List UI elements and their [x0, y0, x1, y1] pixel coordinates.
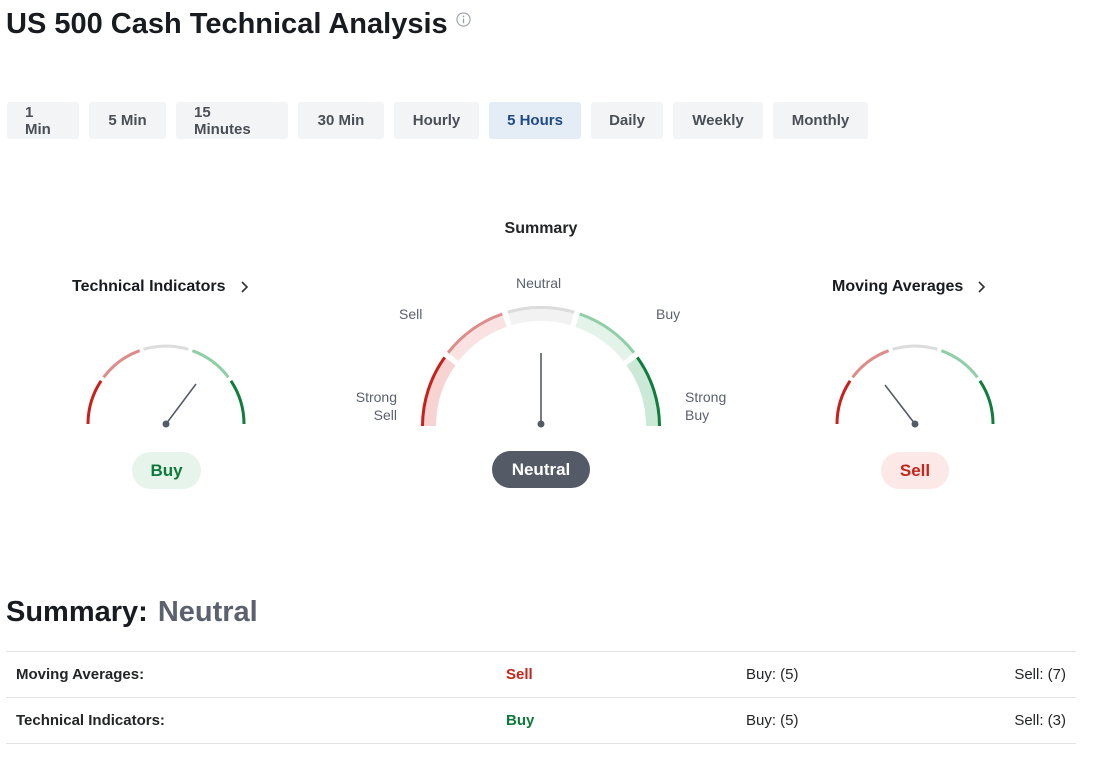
row-signal: Buy [506, 712, 535, 729]
gauge-needle [165, 383, 197, 425]
table-row: Moving Averages: Sell Buy: (5) Sell: (7) [6, 652, 1076, 698]
technical-indicators-heading: Technical Indicators [72, 278, 226, 295]
gauge-needle-pivot [537, 420, 545, 428]
gauge-buy-arc [191, 349, 230, 379]
page-title-text: US 500 Cash Technical Analysis [6, 8, 448, 40]
info-icon[interactable] [456, 12, 471, 27]
chevron-right-icon [240, 281, 248, 293]
summary-gauge-heading: Summary [504, 220, 578, 237]
row-sell-count: Sell: (3) [1014, 712, 1066, 729]
moving-averages-gauge [835, 344, 995, 428]
tab-5-min[interactable]: 5 Min [89, 102, 166, 139]
summary-gauge [421, 305, 661, 428]
gauge-label-strong-buy: Strong Buy [685, 389, 727, 423]
gauge-buy-arc [940, 349, 979, 379]
moving-averages-heading: Moving Averages [832, 278, 964, 295]
gauge-sell-band [446, 312, 507, 362]
gauge-neutral-arc [143, 344, 189, 351]
gauge-label-strong-sell: Strong Sell [355, 389, 397, 423]
row-buy-count: Buy: (5) [746, 666, 799, 683]
moving-averages-link[interactable]: Moving Averages [832, 278, 986, 296]
gauge-needle-pivot [162, 420, 170, 428]
row-signal: Sell [506, 666, 533, 683]
tab-1-min[interactable]: 1 Min [7, 102, 79, 139]
technical-indicators-link[interactable]: Technical Indicators [72, 278, 249, 296]
tab-hourly[interactable]: Hourly [394, 102, 479, 139]
table-row: Technical Indicators: Buy Buy: (5) Sell:… [6, 698, 1076, 744]
gauge-buy-band [575, 312, 636, 362]
gauge-strong-buy-arc [978, 379, 995, 425]
page-title: US 500 Cash Technical Analysis [6, 8, 471, 41]
gauge-needle [884, 384, 916, 425]
row-buy-count: Buy: (5) [746, 712, 799, 729]
timeframe-tabs: 1 Min 5 Min 15 Minutes 30 Min Hourly 5 H… [7, 102, 878, 139]
gauge-strong-buy-arc [229, 379, 246, 425]
row-name: Moving Averages: [16, 666, 145, 683]
gauge-strong-sell-arc [835, 379, 852, 425]
summary-table: Moving Averages: Sell Buy: (5) Sell: (7)… [6, 651, 1076, 744]
tab-monthly[interactable]: Monthly [773, 102, 868, 139]
row-sell-count: Sell: (7) [1014, 666, 1066, 683]
tab-daily[interactable]: Daily [591, 102, 663, 139]
row-name: Technical Indicators: [16, 712, 165, 729]
technical-indicators-gauge [86, 344, 246, 428]
tab-weekly[interactable]: Weekly [673, 102, 763, 139]
tab-5-hours[interactable]: 5 Hours [489, 102, 581, 139]
moving-averages-signal-badge: Sell [881, 452, 949, 489]
gauge-strong-sell-arc [86, 379, 103, 425]
technical-indicators-signal-badge: Buy [132, 452, 201, 489]
summary-title-value: Neutral [157, 596, 258, 628]
summary-title: Summary: Neutral [6, 596, 258, 629]
gauge-sell-arc [851, 349, 890, 379]
tab-30-min[interactable]: 30 Min [298, 102, 384, 139]
gauge-label-neutral: Neutral [516, 275, 562, 291]
tab-15-minutes[interactable]: 15 Minutes [176, 102, 288, 139]
gauge-neutral-arc [892, 344, 938, 351]
summary-signal-badge: Neutral [492, 451, 590, 488]
summary-title-label: Summary: [6, 596, 148, 628]
chevron-right-icon [978, 281, 986, 293]
gauge-sell-arc [102, 349, 141, 379]
gauge-needle-pivot [911, 420, 919, 428]
